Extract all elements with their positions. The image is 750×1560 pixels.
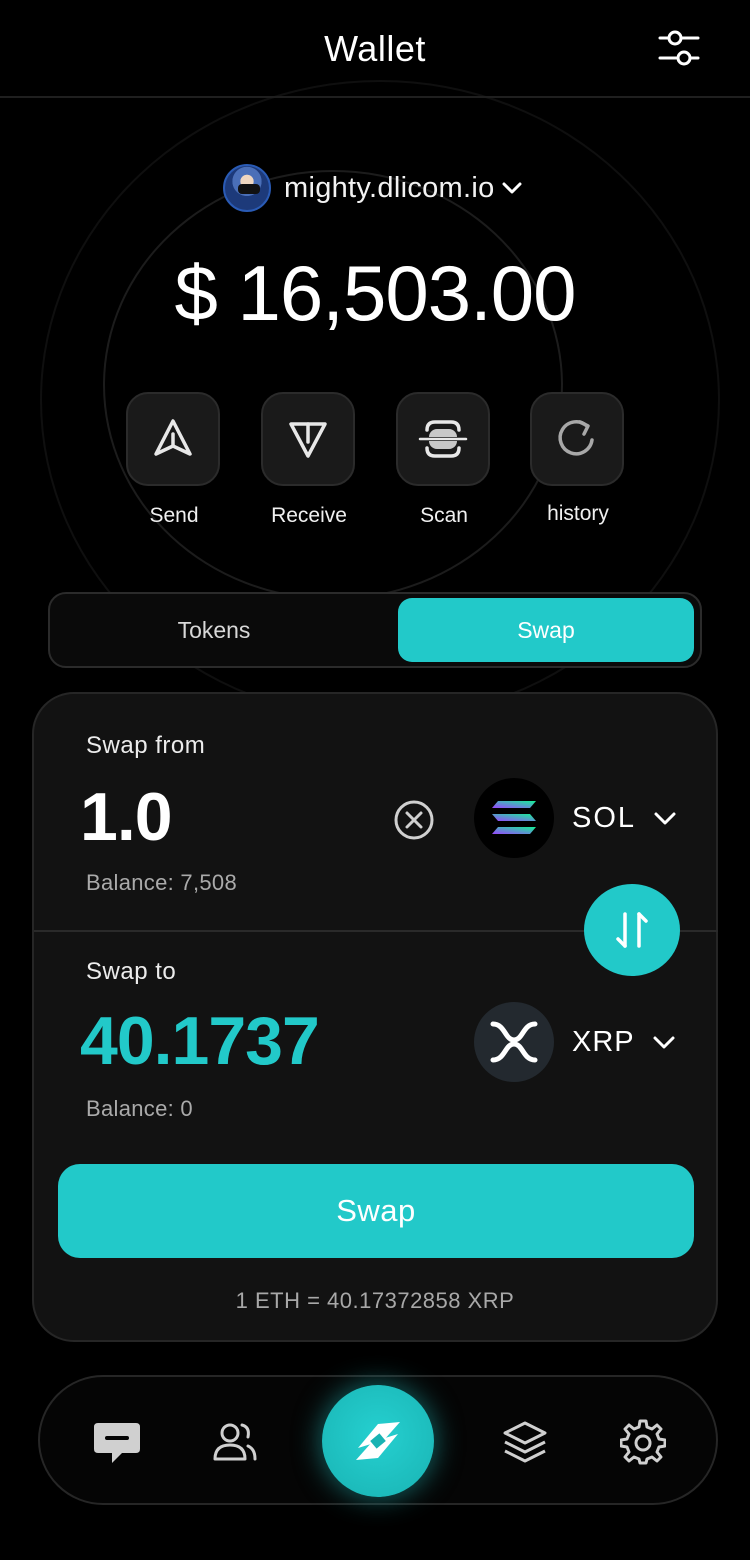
scan-button[interactable]: Scan (396, 392, 492, 528)
swap-to-label: Swap to (86, 958, 177, 985)
app-header: Wallet (0, 0, 750, 98)
receive-icon (289, 422, 327, 458)
sol-logo-icon (474, 778, 554, 858)
swap-from-label: Swap from (86, 732, 206, 759)
bottom-nav (38, 1375, 718, 1505)
tab-bar: Tokens Swap (48, 592, 702, 668)
quick-actions: Send Receive Scan history (126, 392, 626, 532)
chat-icon[interactable] (92, 1417, 142, 1467)
to-balance: Balance: 0 (86, 1096, 193, 1121)
chevron-down-icon (654, 812, 676, 825)
receive-button[interactable]: Receive (261, 392, 357, 528)
total-balance: $ 16,503.00 (174, 249, 576, 337)
tab-swap[interactable]: Swap (398, 598, 694, 662)
history-label: history (547, 502, 609, 525)
swap-logo-icon[interactable] (322, 1385, 434, 1497)
chevron-down-icon (502, 182, 522, 194)
page-title: Wallet (324, 28, 426, 69)
settings-icon[interactable] (618, 1417, 668, 1467)
history-icon (558, 420, 594, 456)
scan-icon (418, 420, 468, 458)
to-token-symbol: XRP (572, 1025, 635, 1058)
from-balance: Balance: 7,508 (86, 870, 237, 895)
send-label: Send (149, 504, 199, 527)
account-name: mighty.dlicom.io (284, 171, 495, 204)
swap-to-amount: 40.1737 (80, 1003, 320, 1079)
send-button-box[interactable] (126, 392, 220, 486)
swap-arrows-icon[interactable] (584, 884, 680, 976)
from-token-selector[interactable]: SOL (474, 778, 678, 858)
history-button-box[interactable] (530, 392, 624, 486)
to-token-selector[interactable]: XRP (474, 1002, 677, 1082)
from-token-symbol: SOL (572, 801, 637, 834)
exchange-rate: 1 ETH = 40.17372858 XRP (235, 1288, 515, 1313)
tab-tokens[interactable]: Tokens (66, 598, 362, 662)
avatar (223, 164, 271, 212)
receive-button-box[interactable] (261, 392, 355, 486)
sliders-icon[interactable] (656, 28, 702, 68)
send-button[interactable]: Send (126, 392, 222, 528)
xrp-logo-icon (474, 1002, 554, 1082)
swap-from-amount-input[interactable]: 1.0 (80, 778, 173, 856)
background-ring-inner (103, 170, 563, 600)
clear-icon[interactable] (392, 798, 436, 842)
receive-label: Receive (271, 504, 347, 527)
swap-button[interactable]: Swap (58, 1164, 694, 1258)
contacts-icon[interactable] (210, 1417, 260, 1467)
scan-label: Scan (420, 504, 468, 527)
swap-card: Swap from 1.0 SOL Balance: 7,508 Swap to… (32, 692, 718, 1342)
account-selector[interactable]: mighty.dlicom.io (223, 164, 523, 212)
chevron-down-icon (653, 1036, 675, 1049)
history-button[interactable]: history (530, 392, 626, 526)
scan-button-box[interactable] (396, 392, 490, 486)
layers-icon[interactable] (500, 1417, 550, 1467)
send-icon (154, 419, 192, 456)
